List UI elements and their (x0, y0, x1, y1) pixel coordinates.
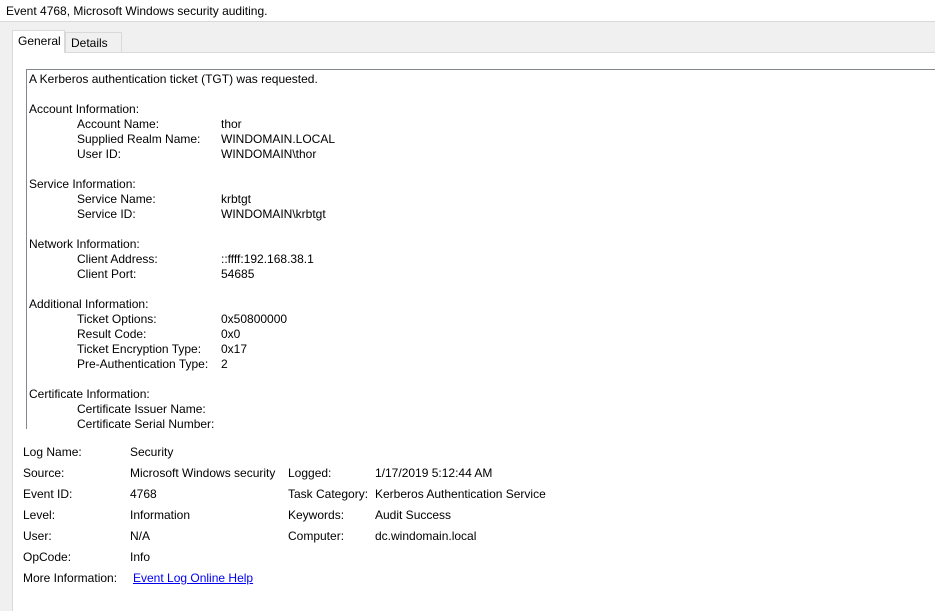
event-description-box[interactable]: A Kerberos authentication ticket (TGT) w… (26, 69, 935, 429)
cert-issuer-row: Certificate Issuer Name: (29, 402, 935, 417)
encryption-type-row: Ticket Encryption Type: 0x17 (29, 342, 935, 357)
account-name-value: thor (221, 117, 242, 131)
service-info-heading: Service Information: (29, 177, 136, 191)
source-label: Source: (23, 466, 65, 480)
client-port-row: Client Port: 54685 (29, 267, 935, 282)
window-title: Event 4768, Microsoft Windows security a… (0, 0, 935, 22)
computer-label: Computer: (288, 529, 345, 543)
network-info-heading: Network Information: (29, 237, 140, 251)
service-name-value: krbtgt (221, 192, 252, 206)
certificate-info-heading: Certificate Information: (29, 387, 150, 401)
computer-value: dc.windomain.local (375, 529, 477, 543)
logged-value: 1/17/2019 5:12:44 AM (375, 466, 493, 480)
log-name-label: Log Name: (23, 445, 82, 459)
service-id-label: Service ID: (77, 207, 136, 221)
task-category-label: Task Category: (288, 487, 369, 501)
ticket-options-label: Ticket Options: (77, 312, 157, 326)
client-address-label: Client Address: (77, 252, 158, 266)
result-code-value: 0x0 (221, 327, 241, 341)
user-id-row: User ID: WINDOMAIN\thor (29, 147, 935, 162)
user-id-value: WINDOMAIN\thor (221, 147, 317, 161)
encryption-type-label: Ticket Encryption Type: (77, 342, 202, 356)
keywords-label: Keywords: (288, 508, 345, 522)
realm-name-row: Supplied Realm Name: WINDOMAIN.LOCAL (29, 132, 935, 147)
service-id-row: Service ID: WINDOMAIN\krbtgt (29, 207, 935, 222)
event-id-value: 4768 (130, 487, 157, 501)
result-code-row: Result Code: 0x0 (29, 327, 935, 342)
task-category-value: Kerberos Authentication Service (375, 487, 546, 501)
level-value: Information (130, 508, 191, 522)
client-address-row: Client Address:::ffff:192.168.38.1 (29, 252, 935, 267)
client-address-value: ::ffff:192.168.38.1 (221, 252, 314, 266)
client-port-value: 54685 (221, 267, 255, 281)
ticket-options-value: 0x50800000 (221, 312, 288, 326)
cert-issuer-label: Certificate Issuer Name: (77, 402, 206, 416)
tab-general[interactable]: General (12, 30, 65, 53)
event-id-label: Event ID: (23, 487, 73, 501)
general-tab-panel: A Kerberos authentication ticket (TGT) w… (12, 52, 935, 611)
account-name-label: Account Name: (77, 117, 160, 131)
preauth-type-value: 2 (221, 357, 228, 371)
account-name-row: Account Name: thor (29, 117, 935, 132)
service-id-value: WINDOMAIN\krbtgt (221, 207, 326, 221)
preauth-type-label: Pre-Authentication Type: (77, 357, 209, 371)
service-name-label: Service Name: (77, 192, 156, 206)
event-log-online-help-link[interactable]: Event Log Online Help (133, 568, 253, 589)
result-code-label: Result Code: (77, 327, 147, 341)
realm-name-value: WINDOMAIN.LOCAL (221, 132, 336, 146)
user-label: User: (23, 529, 52, 543)
tab-details[interactable]: Details (65, 32, 122, 53)
account-info-heading: Account Information: (29, 102, 140, 116)
user-id-label: User ID: (77, 147, 122, 161)
event-properties: Log Name: Security Source: Microsoft Win… (23, 442, 923, 592)
level-label: Level: (23, 508, 56, 522)
preauth-type-row: Pre-Authentication Type: 2 (29, 357, 935, 372)
cert-serial-row: Certificate Serial Number: (29, 417, 935, 429)
realm-name-label: Supplied Realm Name: (77, 132, 201, 146)
tab-strip: General Details (12, 30, 935, 53)
ticket-options-row: Ticket Options: 0x50800000 (29, 312, 935, 327)
log-name-value: Security (130, 445, 174, 459)
cert-serial-label: Certificate Serial Number: (77, 417, 215, 429)
encryption-type-value: 0x17 (221, 342, 248, 356)
additional-info-heading: Additional Information: (29, 297, 149, 311)
client-port-label: Client Port: (77, 267, 137, 281)
service-name-row: Service Name: krbtgt (29, 192, 935, 207)
keywords-value: Audit Success (375, 508, 452, 522)
source-value: Microsoft Windows security (130, 466, 276, 480)
logged-label: Logged: (288, 466, 332, 480)
opcode-label: OpCode: (23, 550, 72, 564)
opcode-value: Info (130, 550, 151, 564)
description-summary: A Kerberos authentication ticket (TGT) w… (29, 72, 318, 86)
more-info-label: More Information: (23, 571, 118, 585)
user-value: N/A (130, 529, 151, 543)
